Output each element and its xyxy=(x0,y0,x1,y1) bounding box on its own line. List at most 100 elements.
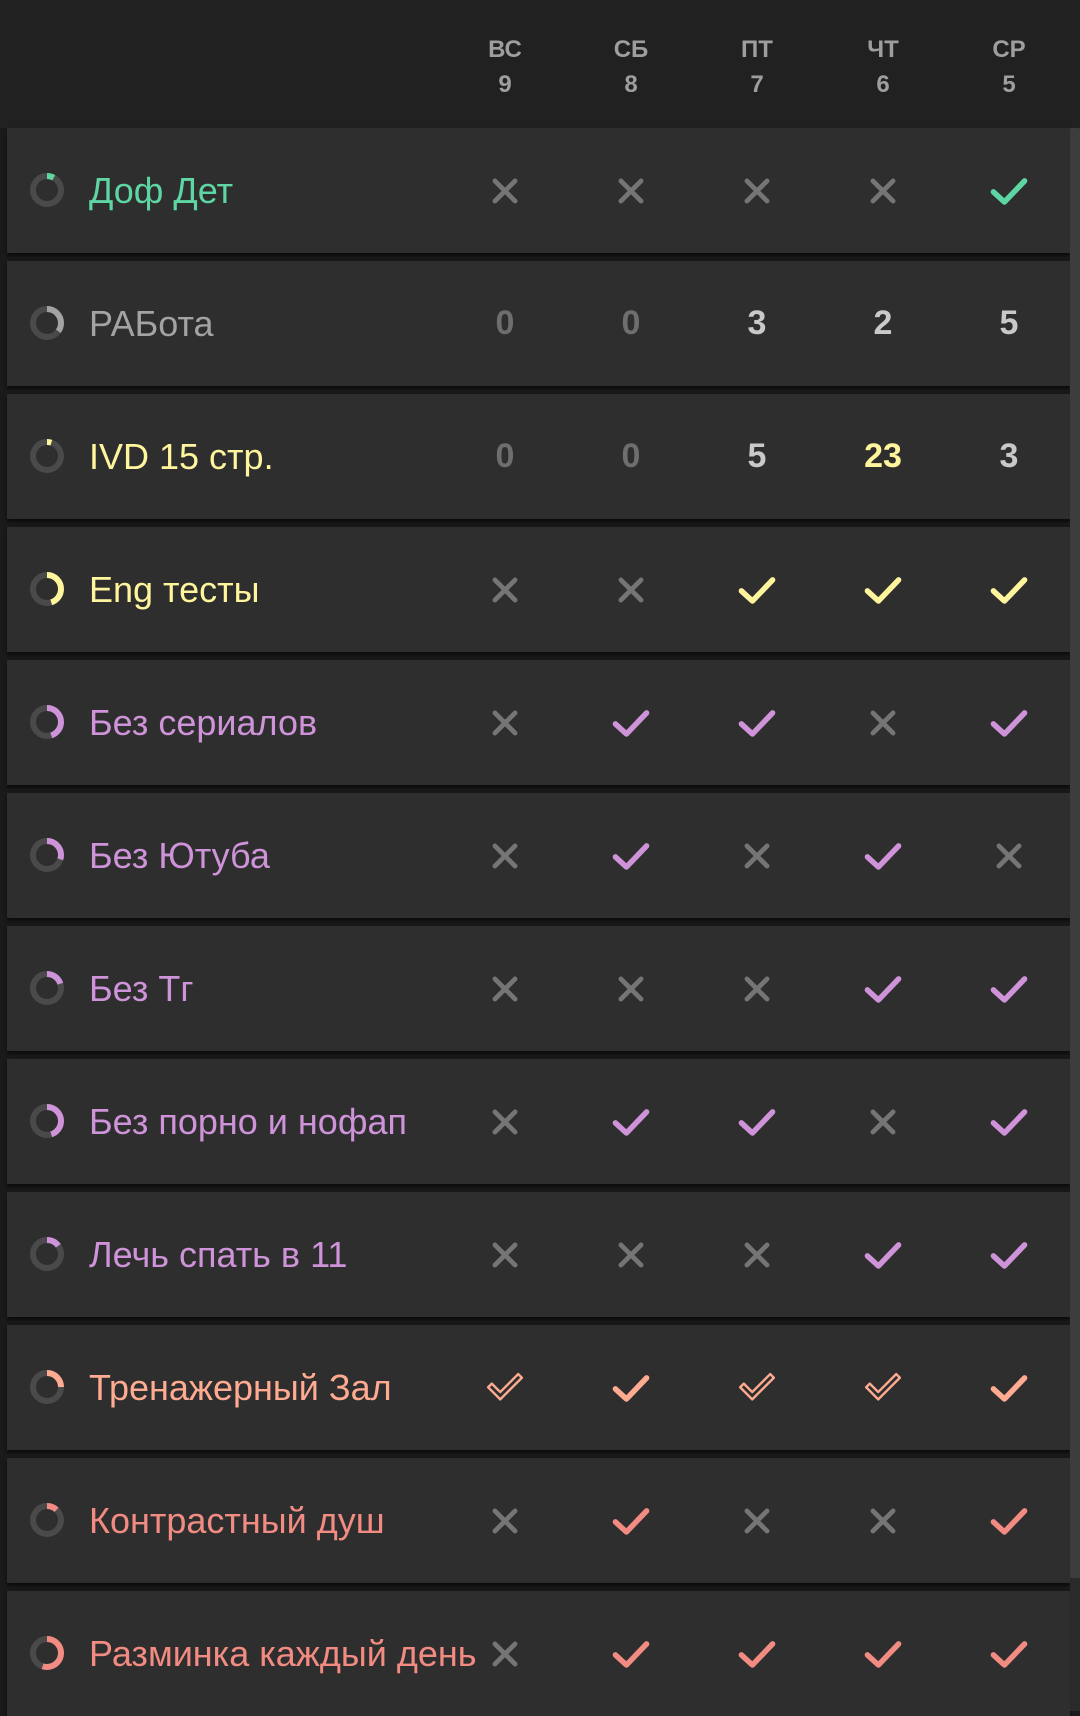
habit-check-cell[interactable] xyxy=(707,926,807,1051)
habit-check-cell[interactable] xyxy=(455,1591,555,1716)
habit-row[interactable]: Eng тесты xyxy=(7,527,1070,652)
day-name: ВС xyxy=(488,36,522,63)
habit-value: 5 xyxy=(747,437,767,475)
habit-check-cell[interactable] xyxy=(833,1192,933,1317)
habit-check-cell[interactable] xyxy=(455,660,555,785)
habit-check-cell[interactable] xyxy=(455,1325,555,1450)
habit-check-cell[interactable] xyxy=(581,1458,681,1583)
habit-row[interactable]: Доф Дет xyxy=(7,128,1070,253)
habit-check-cell[interactable] xyxy=(707,1192,807,1317)
habit-check-cell[interactable] xyxy=(959,1192,1059,1317)
day-header[interactable]: ЧТ 6 xyxy=(823,32,943,102)
habit-check-cell[interactable] xyxy=(959,926,1059,1051)
habit-check-cell[interactable] xyxy=(833,1059,933,1184)
day-header[interactable]: СБ 8 xyxy=(571,32,691,102)
habit-check-cell[interactable] xyxy=(581,128,681,253)
habit-value-cell[interactable]: 0 xyxy=(455,394,555,519)
habit-name[interactable]: Тренажерный Зал xyxy=(89,1325,479,1450)
habit-check-cell[interactable] xyxy=(581,1059,681,1184)
habit-name[interactable]: Eng тесты xyxy=(89,527,479,652)
habit-check-cell[interactable] xyxy=(455,1192,555,1317)
habit-name[interactable]: Контрастный душ xyxy=(89,1458,479,1583)
habit-name[interactable]: Лечь спать в 11 xyxy=(89,1192,479,1317)
habit-check-cell[interactable] xyxy=(581,1591,681,1716)
habit-check-cell[interactable] xyxy=(833,660,933,785)
habit-check-cell[interactable] xyxy=(707,1458,807,1583)
habit-check-cell[interactable] xyxy=(833,128,933,253)
habit-check-cell[interactable] xyxy=(581,527,681,652)
habit-row[interactable]: Тренажерный Зал xyxy=(7,1325,1070,1450)
habit-check-cell[interactable] xyxy=(833,527,933,652)
habit-row[interactable]: Без Ютуба xyxy=(7,793,1070,918)
habit-value-cell[interactable]: 3 xyxy=(707,261,807,386)
habit-name[interactable]: Без Ютуба xyxy=(89,793,479,918)
habit-value-cell[interactable]: 0 xyxy=(581,394,681,519)
habit-check-cell[interactable] xyxy=(833,1325,933,1450)
day-header[interactable]: ПТ 7 xyxy=(697,32,817,102)
day-date: 8 xyxy=(624,71,638,98)
habit-value-cell[interactable]: 5 xyxy=(707,394,807,519)
habit-check-cell[interactable] xyxy=(959,128,1059,253)
cross-icon xyxy=(744,1242,770,1267)
habit-check-cell[interactable] xyxy=(707,1325,807,1450)
habit-name[interactable]: IVD 15 стр. xyxy=(89,394,479,519)
checkmark-icon xyxy=(990,177,1028,205)
habit-value-cell[interactable]: 2 xyxy=(833,261,933,386)
habit-check-cell[interactable] xyxy=(581,660,681,785)
habit-check-cell[interactable] xyxy=(707,793,807,918)
habit-row[interactable]: РАБота 0 0 3 2 5 xyxy=(7,261,1070,386)
habit-check-cell[interactable] xyxy=(581,793,681,918)
habit-value-cell[interactable]: 23 xyxy=(833,394,933,519)
habit-check-cell[interactable] xyxy=(581,1325,681,1450)
habit-value: 0 xyxy=(495,437,515,475)
habit-check-cell[interactable] xyxy=(707,660,807,785)
habit-name[interactable]: РАБота xyxy=(89,261,479,386)
habit-name[interactable]: Доф Дет xyxy=(89,128,479,253)
habit-check-cell[interactable] xyxy=(455,926,555,1051)
habit-value-cell[interactable]: 5 xyxy=(959,261,1059,386)
habit-check-cell[interactable] xyxy=(455,1458,555,1583)
habit-check-cell[interactable] xyxy=(455,793,555,918)
habit-row[interactable]: Лечь спать в 11 xyxy=(7,1192,1070,1317)
habit-check-cell[interactable] xyxy=(959,1458,1059,1583)
habit-check-cell[interactable] xyxy=(959,1059,1059,1184)
habit-value-cell[interactable]: 3 xyxy=(959,394,1059,519)
habit-row[interactable]: IVD 15 стр. 0 0 5 23 3 xyxy=(7,394,1070,519)
habit-row[interactable]: Без Тг xyxy=(7,926,1070,1051)
habit-check-cell[interactable] xyxy=(707,128,807,253)
habit-row[interactable]: Контрастный душ xyxy=(7,1458,1070,1583)
checkmark-icon xyxy=(864,1241,902,1269)
habit-value: 0 xyxy=(621,304,641,342)
habit-check-cell[interactable] xyxy=(833,793,933,918)
day-header[interactable]: СР 5 xyxy=(949,32,1069,102)
habit-name[interactable]: Без сериалов xyxy=(89,660,479,785)
habit-check-cell[interactable] xyxy=(833,1591,933,1716)
habit-check-cell[interactable] xyxy=(707,527,807,652)
habit-check-cell[interactable] xyxy=(833,926,933,1051)
day-header[interactable]: ВС 9 xyxy=(445,32,565,102)
habit-value-cell[interactable]: 0 xyxy=(455,261,555,386)
habit-row[interactable]: Разминка каждый день xyxy=(7,1591,1070,1716)
habit-check-cell[interactable] xyxy=(959,527,1059,652)
habit-check-cell[interactable] xyxy=(581,926,681,1051)
habit-row[interactable]: Без порно и нофап xyxy=(7,1059,1070,1184)
habit-check-cell[interactable] xyxy=(455,128,555,253)
habit-name[interactable]: Без порно и нофап xyxy=(89,1059,479,1184)
habit-score-ring-icon xyxy=(30,572,64,606)
habit-value-cell[interactable]: 0 xyxy=(581,261,681,386)
habit-check-cell[interactable] xyxy=(707,1059,807,1184)
habit-check-cell[interactable] xyxy=(959,660,1059,785)
habit-check-cell[interactable] xyxy=(707,1591,807,1716)
habit-name[interactable]: Без Тг xyxy=(89,926,479,1051)
habit-name[interactable]: Разминка каждый день xyxy=(89,1591,479,1716)
habit-check-cell[interactable] xyxy=(833,1458,933,1583)
habit-check-cell[interactable] xyxy=(959,793,1059,918)
habit-check-cell[interactable] xyxy=(581,1192,681,1317)
habit-check-cell[interactable] xyxy=(455,527,555,652)
scrollbar-thumb[interactable] xyxy=(1070,128,1080,1578)
habit-check-cell[interactable] xyxy=(959,1591,1059,1716)
habit-row[interactable]: Без сериалов xyxy=(7,660,1070,785)
habit-score-ring-icon xyxy=(30,1636,64,1670)
habit-check-cell[interactable] xyxy=(959,1325,1059,1450)
habit-check-cell[interactable] xyxy=(455,1059,555,1184)
